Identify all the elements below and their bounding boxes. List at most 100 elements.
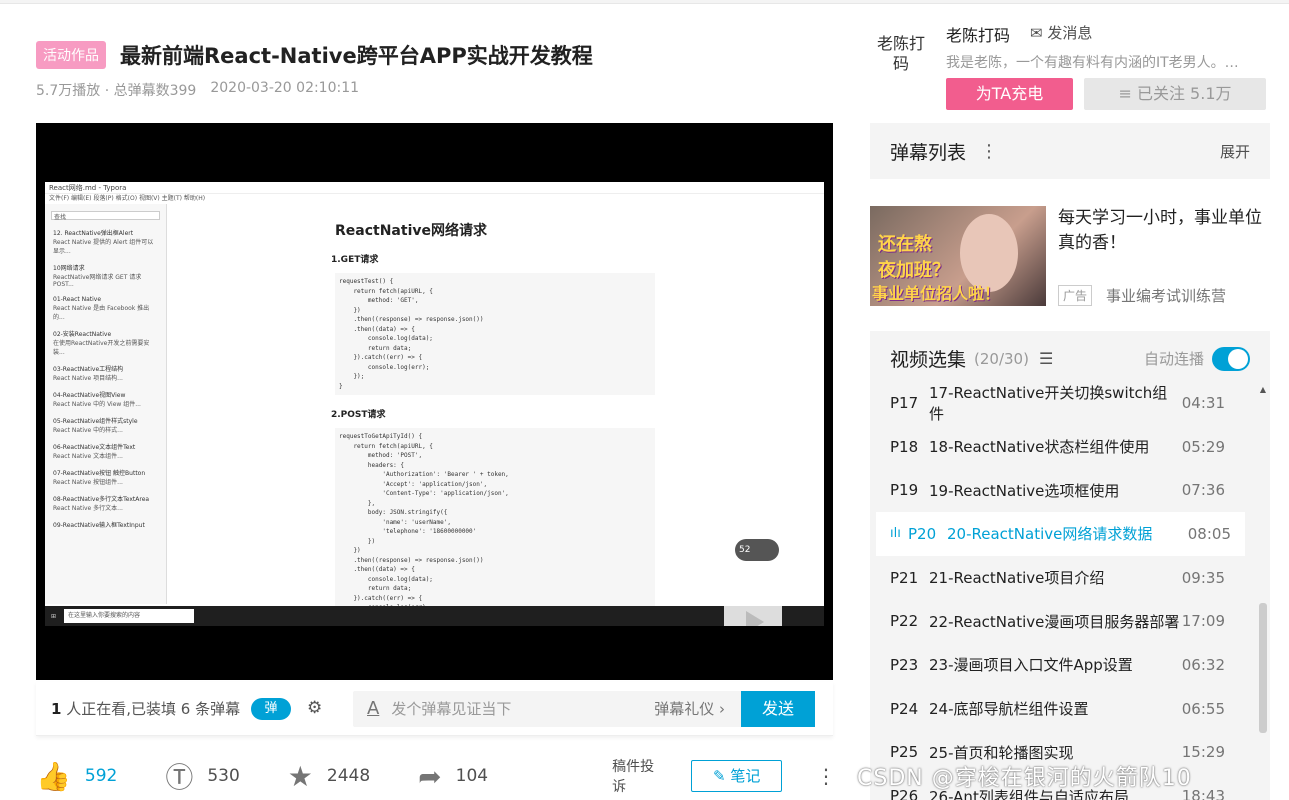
ad-image-text-3: 事业单位招人啦！: [872, 284, 1001, 303]
coin-count: 530: [207, 766, 240, 786]
part-duration: 08:05: [1187, 524, 1231, 543]
watermark: CSDN @穿梭在银河的火箭队10: [857, 766, 1192, 791]
thumbs-up-icon: 👍: [36, 759, 71, 793]
list-icon[interactable]: ☰: [1039, 349, 1053, 368]
more-options-icon[interactable]: ⋮: [980, 141, 998, 162]
doc-title: ReactNative网络请求: [335, 223, 487, 239]
like-button[interactable]: 👍 592: [36, 760, 117, 793]
typora-sidebar: 查找 12. ReactNative弹出框Alert React Native 提…: [45, 204, 167, 604]
follow-button[interactable]: ≡ 已关注 5.1万: [1084, 78, 1266, 110]
typora-outline-item: 04-ReactNative视图View React Native 中的 View…: [53, 390, 158, 408]
like-count: 592: [84, 766, 118, 786]
uploader-name[interactable]: 老陈打码: [946, 22, 1010, 46]
top-strip: [0, 0, 1289, 4]
part-duration: 17:09: [1181, 612, 1225, 631]
message-label: 发消息: [1047, 24, 1093, 42]
autoplay-label: 自动连播: [1143, 350, 1204, 368]
playlist-item[interactable]: P23 23-漫画项目入口文件App设置 06:32: [870, 643, 1255, 687]
part-number: P20: [908, 524, 937, 543]
action-row: 👍 592 Ⓣ 530 ★ 2448 ➦ 104 稿件投诉 ✎ 笔记 ⋮: [36, 756, 836, 796]
playlist-items: P17 17-ReactNative开关切换switch组件 04:31 P18 18-…: [870, 381, 1255, 800]
uploader-description: 我是老陈，一个有趣有料有内涵的IT老男人。…: [946, 55, 1239, 71]
part-title: 19-ReactNative选项框使用: [929, 481, 1120, 500]
video-player[interactable]: React网络.md - Typora 文件(F) 编辑(E) 段落(P) 格式…: [36, 123, 833, 680]
outline-item-title: 06-ReactNative文本组件Text: [53, 444, 136, 451]
expand-button[interactable]: 展开: [1220, 141, 1250, 162]
outline-item-title: 12. ReactNative弹出框Alert: [53, 230, 134, 237]
ad-title[interactable]: 每天学习一小时，事业单位真的香！: [1058, 206, 1273, 256]
danmaku-list-header[interactable]: 弹幕列表 ⋮ 展开: [870, 123, 1270, 179]
outline-item-desc: React Native 文本组件...: [53, 453, 123, 460]
part-duration: 07:36: [1181, 481, 1225, 500]
text-style-icon[interactable]: A: [367, 698, 379, 719]
more-icon[interactable]: ⋮: [816, 764, 836, 788]
notes-button[interactable]: ✎ 笔记: [691, 760, 782, 792]
danmaku-etiquette-link[interactable]: 弹幕礼仪 ›: [654, 698, 725, 719]
activity-badge[interactable]: 活动作品: [36, 41, 106, 69]
typora-outline-item: 12. ReactNative弹出框Alert React Native 提供的 …: [53, 228, 158, 255]
ad-source[interactable]: 事业编考试训练营: [1106, 285, 1226, 306]
windows-taskbar: ⊞ 在这里输入你要搜索的内容: [45, 606, 824, 626]
avatar[interactable]: 老陈打码: [870, 26, 932, 88]
message-button[interactable]: ✉ 发消息: [1030, 22, 1092, 43]
playlist-item[interactable]: P18 18-ReactNative状态栏组件使用 05:29: [870, 425, 1255, 469]
playlist-item[interactable]: P24 24-底部导航栏组件设置 06:55: [870, 687, 1255, 731]
part-duration: 06:55: [1181, 699, 1225, 718]
send-button[interactable]: 发送: [741, 690, 815, 727]
part-title: 20-ReactNative网络请求数据: [947, 525, 1153, 544]
autoplay-toggle[interactable]: [1212, 346, 1250, 371]
part-duration: 05:29: [1181, 437, 1225, 456]
playlist-item[interactable]: ılı P20 20-ReactNative网络请求数据 08:05: [876, 512, 1245, 556]
favorite-button[interactable]: ★ 2448: [288, 760, 370, 793]
playlist-item[interactable]: P22 22-ReactNative漫画项目服务器部署 17:09: [870, 599, 1255, 643]
coin-button[interactable]: Ⓣ 530: [165, 756, 239, 796]
playlist-item[interactable]: P19 19-ReactNative选项框使用 07:36: [870, 468, 1255, 512]
typora-document: ReactNative网络请求 1.GET请求 requestTest() { …: [331, 204, 655, 626]
video-frame: React网络.md - Typora 文件(F) 编辑(E) 段落(P) 格式…: [45, 182, 824, 626]
scroll-up-icon[interactable]: ▲: [1260, 385, 1266, 394]
report-link[interactable]: 稿件投诉: [612, 756, 667, 796]
play-icon[interactable]: [724, 594, 782, 626]
typora-outline-item: 01-React Native React Native 是由 Facebook …: [53, 296, 158, 321]
part-number: P19: [890, 481, 919, 500]
part-number: P21: [890, 568, 919, 587]
outline-item-desc: React Native 是由 Facebook 推出的...: [53, 305, 150, 321]
watching-count: 1: [51, 700, 62, 718]
watching-text: 人正在看,已装填 6 条弹幕: [66, 700, 241, 718]
code-block-get: requestTest() { return fetch(apiURL, { m…: [335, 273, 655, 395]
favorite-count: 2448: [326, 766, 371, 786]
share-button[interactable]: ➦ 104: [418, 760, 488, 793]
part-duration: 04:31: [1181, 393, 1225, 412]
danmaku-input-placeholder[interactable]: 发个弹幕见证当下: [391, 698, 654, 719]
outline-item-desc: 在使用ReactNative开发之前需要安装...: [53, 340, 150, 356]
windows-icon: ⊞: [51, 612, 57, 620]
part-title: 24-底部导航栏组件设置: [929, 700, 1089, 719]
ad-image[interactable]: 还在熬 夜加班？ 事业单位招人啦！: [870, 206, 1046, 306]
danmaku-toggle[interactable]: 弹: [251, 697, 291, 720]
danmaku-settings-icon[interactable]: ⚙: [307, 698, 331, 720]
outline-item-title: 01-React Native: [53, 296, 102, 303]
danmaku-input[interactable]: A 发个弹幕见证当下 弹幕礼仪 ›: [353, 690, 741, 727]
publish-date: 2020-03-20 02:10:11: [210, 80, 360, 96]
part-number: P23: [890, 655, 919, 674]
part-duration: 15:29: [1181, 743, 1225, 762]
charge-button[interactable]: 为TA充电: [946, 78, 1073, 110]
playlist-item[interactable]: P21 21-ReactNative项目介绍 09:35: [870, 556, 1255, 600]
typora-menubar: 文件(F) 编辑(E) 段落(P) 格式(O) 视图(V) 主题(T) 帮助(H…: [49, 195, 206, 202]
outline-item-title: 04-ReactNative视图View: [53, 392, 126, 399]
notes-label: 笔记: [730, 767, 761, 785]
part-number: P24: [890, 699, 919, 718]
watching-info: 1 人正在看,已装填 6 条弹幕: [51, 698, 251, 719]
follow-label: 已关注 5.1万: [1136, 84, 1232, 103]
outline-item-title: 10网络请求: [53, 265, 85, 272]
danmaku-list-title: 弹幕列表: [890, 141, 967, 164]
playlist-item[interactable]: P17 17-ReactNative开关切换switch组件 04:31: [870, 381, 1255, 425]
typora-outline-item: 05-ReactNative组件样式style React Native 中的样式…: [53, 416, 158, 434]
scrollbar[interactable]: [1259, 603, 1267, 733]
ad-image-text-2: 夜加班？: [878, 260, 950, 281]
part-number: P22: [890, 612, 919, 631]
video-meta: 5.7万播放 · 总弹幕数399 2020-03-20 02:10:11: [36, 80, 359, 100]
outline-item-desc: React Native 多行文本...: [53, 505, 123, 512]
star-icon: ★: [287, 759, 313, 793]
outline-item-title: 03-ReactNative工程结构: [53, 366, 124, 373]
